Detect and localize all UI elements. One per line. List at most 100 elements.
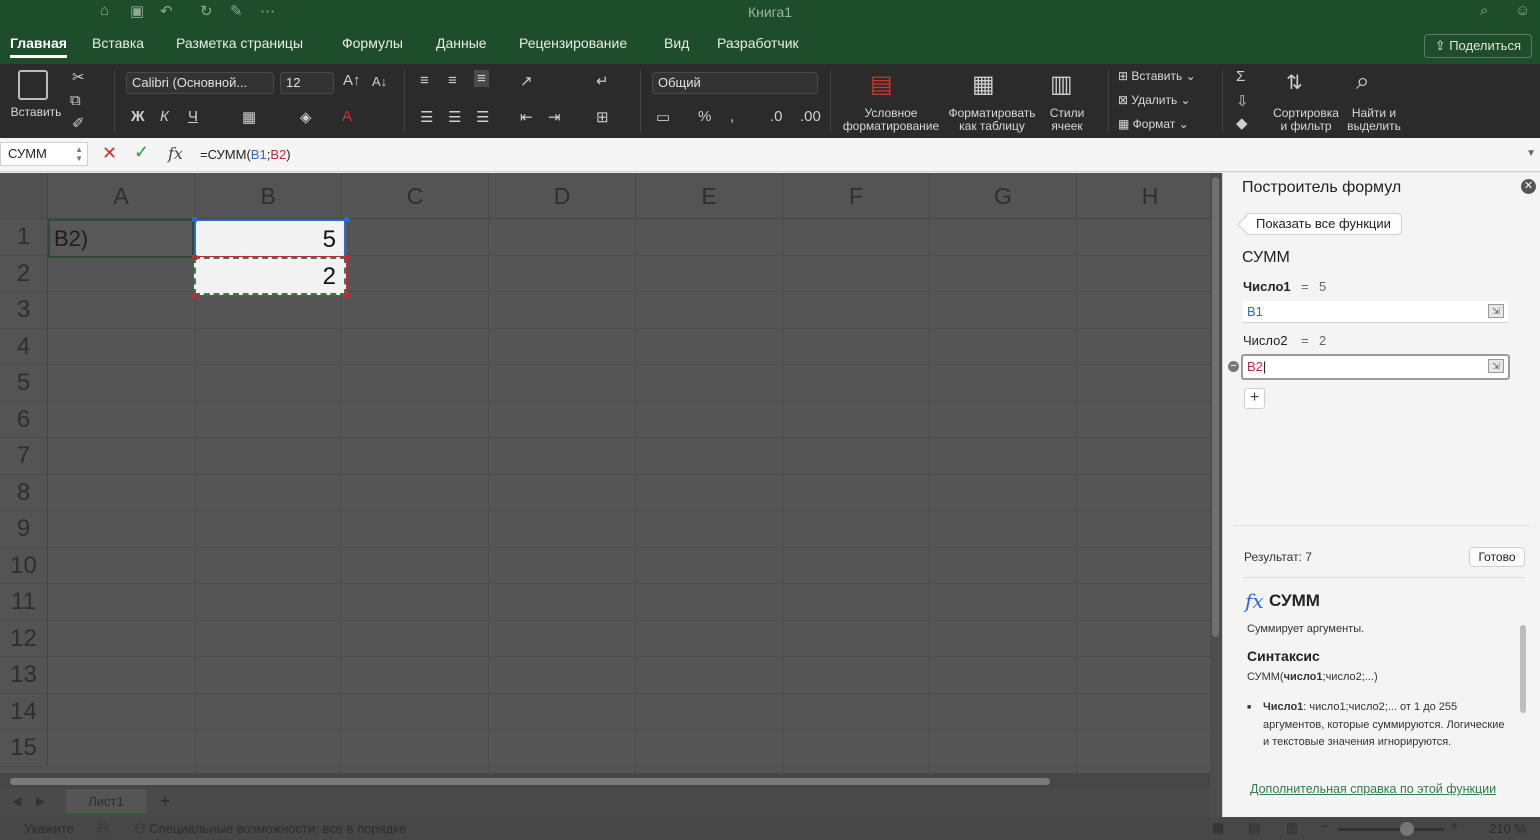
done-button[interactable]: Готово <box>1469 547 1525 567</box>
row-header[interactable]: 13 <box>0 657 48 694</box>
macro-record-icon[interactable]: ⎘ <box>98 820 108 836</box>
percent-icon[interactable]: % <box>698 108 711 125</box>
collapse-dialog-icon[interactable]: ⇲ <box>1488 304 1504 318</box>
zoom-slider[interactable] <box>1338 828 1444 831</box>
cell-b1[interactable]: 5 <box>194 219 346 256</box>
font-name-select[interactable]: Calibri (Основной... <box>126 72 274 94</box>
next-sheet-icon[interactable]: ▶ <box>36 794 45 808</box>
range-handle[interactable] <box>344 293 349 298</box>
row-header[interactable]: 4 <box>0 328 48 365</box>
align-center-icon[interactable]: ☰ <box>448 108 461 126</box>
currency-icon[interactable]: ▭ <box>656 108 670 126</box>
arg1-input[interactable]: B1 ⇲ <box>1243 301 1508 323</box>
align-bottom-icon[interactable]: ≡ <box>474 70 489 87</box>
insert-cells-button[interactable]: ⊞ Вставить ⌄ <box>1118 70 1196 83</box>
search-icon[interactable]: ⌕ <box>1480 2 1488 19</box>
page-layout-view-icon[interactable]: ▤ <box>1248 820 1260 836</box>
range-handle[interactable] <box>192 255 197 260</box>
horizontal-scroll-thumb[interactable] <box>10 778 1050 785</box>
number-format-select[interactable]: Общий <box>652 72 818 94</box>
zoom-slider-knob[interactable] <box>1400 822 1414 836</box>
column-header[interactable]: H <box>1077 173 1210 219</box>
row-header[interactable]: 2 <box>0 255 48 292</box>
zoom-out-icon[interactable]: − <box>1320 818 1329 835</box>
bold-button[interactable]: Ж <box>131 108 145 125</box>
tab-developer[interactable]: Разработчик <box>717 35 799 51</box>
row-header[interactable]: 8 <box>0 474 48 511</box>
name-box[interactable]: СУММ ▲ ▼ <box>0 142 88 166</box>
clear-icon[interactable]: ◆ <box>1236 114 1248 132</box>
align-left-icon[interactable]: ☰ <box>420 108 433 126</box>
italic-button[interactable]: К <box>160 108 169 125</box>
fill-icon[interactable]: ⇩ <box>1236 92 1249 110</box>
shrink-font-icon[interactable]: A↓ <box>372 74 387 89</box>
row-header[interactable]: 1 <box>0 219 48 256</box>
vertical-scrollbar[interactable] <box>1210 173 1222 817</box>
orientation-icon[interactable]: ↗ <box>520 72 533 90</box>
row-header[interactable]: 6 <box>0 401 48 438</box>
column-header[interactable]: G <box>930 173 1077 219</box>
row-header[interactable]: 15 <box>0 730 48 767</box>
zoom-level[interactable]: 210 % <box>1489 821 1526 836</box>
copy-icon[interactable]: ⧉ <box>70 92 81 109</box>
align-middle-icon[interactable]: ≡ <box>448 72 457 89</box>
column-header[interactable]: C <box>342 173 489 219</box>
align-right-icon[interactable]: ☰ <box>476 108 489 126</box>
format-painter-icon[interactable]: ✐ <box>72 114 85 132</box>
fill-color-icon[interactable]: ◈ <box>300 108 312 126</box>
show-all-functions-button[interactable]: Показать все функции <box>1245 213 1402 235</box>
horizontal-scrollbar[interactable] <box>0 773 1210 789</box>
share-button[interactable]: ⇪ Поделиться <box>1423 34 1532 58</box>
prev-sheet-icon[interactable]: ◀ <box>12 794 21 808</box>
expand-formula-bar-icon[interactable]: ▼ <box>1526 148 1536 159</box>
arg2-input[interactable]: B2| ⇲ <box>1241 354 1510 380</box>
vertical-scroll-thumb[interactable] <box>1212 177 1219 637</box>
indent-decrease-icon[interactable]: ⇤ <box>520 108 533 126</box>
row-header[interactable]: 12 <box>0 620 48 657</box>
remove-argument-icon[interactable]: − <box>1228 361 1239 372</box>
sheet-tab[interactable]: Лист1 <box>66 789 146 815</box>
column-header[interactable]: A <box>48 173 195 219</box>
font-color-icon[interactable]: A <box>342 108 352 125</box>
tab-review[interactable]: Рецензирование <box>519 35 627 51</box>
collapse-dialog-icon[interactable]: ⇲ <box>1488 359 1504 373</box>
tab-formulas[interactable]: Формулы <box>342 35 403 51</box>
tab-page-layout[interactable]: Разметка страницы <box>176 35 303 51</box>
cancel-icon[interactable]: ✕ <box>102 143 117 164</box>
range-handle[interactable] <box>344 217 349 222</box>
column-header[interactable]: E <box>636 173 783 219</box>
page-break-view-icon[interactable]: ▥ <box>1286 820 1298 836</box>
help-scrollbar[interactable] <box>1520 625 1526 713</box>
tab-view[interactable]: Вид <box>664 35 689 51</box>
normal-view-icon[interactable]: ▦ <box>1212 820 1224 836</box>
tab-home[interactable]: Главная <box>10 35 67 58</box>
confirm-icon[interactable]: ✓ <box>134 142 149 163</box>
name-box-spin-icon[interactable]: ▲ ▼ <box>75 145 83 163</box>
column-header[interactable]: F <box>783 173 930 219</box>
more-help-link[interactable]: Дополнительная справка по этой функции <box>1250 782 1496 796</box>
row-header[interactable]: 9 <box>0 511 48 548</box>
cut-icon[interactable]: ✂ <box>72 68 85 86</box>
spreadsheet-grid[interactable]: A B C D E F G H 1 2 3 4 5 6 7 8 9 10 11 12 13 14 15 B2) 5 2 <box>0 173 1210 773</box>
row-header[interactable]: 7 <box>0 438 48 475</box>
add-sheet-button[interactable]: + <box>160 791 171 812</box>
row-header[interactable]: 5 <box>0 365 48 402</box>
column-header[interactable]: B <box>195 173 342 219</box>
row-header[interactable]: 3 <box>0 292 48 329</box>
borders-icon[interactable]: ▦ <box>242 108 256 126</box>
range-handle[interactable] <box>192 217 197 222</box>
column-header[interactable]: D <box>489 173 636 219</box>
underline-button[interactable]: Ч <box>188 108 198 125</box>
format-cells-button[interactable]: ▦ Формат ⌄ <box>1118 118 1189 131</box>
row-header[interactable]: 14 <box>0 693 48 730</box>
select-all-corner[interactable] <box>0 173 48 219</box>
zoom-in-icon[interactable]: + <box>1450 818 1459 835</box>
merge-icon[interactable]: ⊞ <box>596 108 609 126</box>
insert-function-icon[interactable]: fx <box>168 144 183 163</box>
add-argument-button[interactable]: + <box>1244 388 1265 409</box>
close-icon[interactable]: ✕ <box>1521 179 1536 194</box>
cell-a1[interactable]: B2) <box>48 219 194 258</box>
grow-font-icon[interactable]: A↑ <box>343 72 361 89</box>
delete-cells-button[interactable]: ⊠ Удалить ⌄ <box>1118 94 1191 107</box>
accessibility-status[interactable]: ⚇ Специальные возможности: все в порядке <box>134 821 406 837</box>
